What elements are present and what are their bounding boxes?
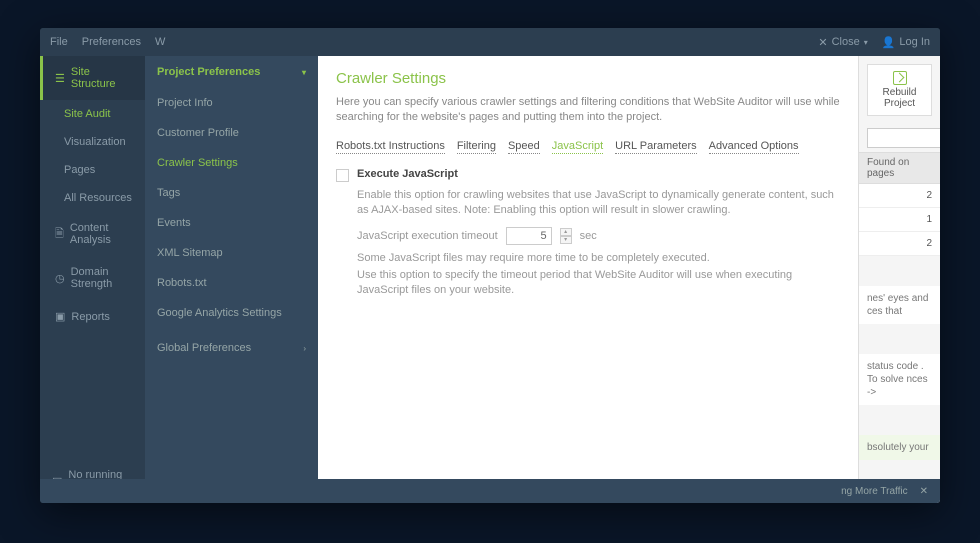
- prefs-tags[interactable]: Tags: [145, 178, 318, 208]
- nav-visualization[interactable]: Visualization: [40, 128, 145, 156]
- timeout-row: JavaScript execution timeout ▴ ▾ sec: [357, 227, 840, 245]
- timeout-help-2: Use this option to specify the timeout p…: [357, 268, 840, 299]
- menu-preferences[interactable]: Preferences: [82, 36, 141, 48]
- prefs-ga[interactable]: Google Analytics Settings: [145, 298, 318, 328]
- main-sidebar: ☰ Site Structure Site Audit Visualizatio…: [40, 56, 145, 503]
- table-row[interactable]: 2: [859, 184, 940, 208]
- nav-label: Site Structure: [71, 66, 133, 90]
- nav-site-audit[interactable]: Site Audit: [40, 100, 145, 128]
- settings-tabs: Robots.txt Instructions Filtering Speed …: [336, 140, 840, 154]
- nav-label: Content Analysis: [70, 222, 133, 246]
- login-label: Log In: [899, 36, 930, 48]
- nav-domain-strength[interactable]: ◷ Domain Strength: [40, 256, 145, 300]
- chevron-down-icon: ▾: [302, 68, 306, 77]
- menu-file[interactable]: File: [50, 36, 68, 48]
- page-title: Crawler Settings: [336, 70, 840, 87]
- spinner-up[interactable]: ▴: [560, 228, 572, 236]
- footer-close-button[interactable]: ✕: [920, 486, 928, 497]
- report-icon: ▣: [55, 310, 65, 323]
- timeout-spinner: ▴ ▾: [560, 228, 572, 244]
- tab-url-params[interactable]: URL Parameters: [615, 140, 697, 154]
- tab-robots[interactable]: Robots.txt Instructions: [336, 140, 445, 154]
- chevron-right-icon: ›: [303, 344, 306, 353]
- search-input[interactable]: [867, 128, 940, 148]
- tab-advanced[interactable]: Advanced Options: [709, 140, 799, 154]
- prefs-crawler-settings[interactable]: Crawler Settings: [145, 148, 318, 178]
- sitemap-icon: ☰: [55, 72, 65, 85]
- prefs-xml-sitemap[interactable]: XML Sitemap: [145, 238, 318, 268]
- tab-speed[interactable]: Speed: [508, 140, 540, 154]
- document-icon: 🗎: [55, 225, 64, 244]
- nav-pages[interactable]: Pages: [40, 156, 145, 184]
- footer-bar: ng More Traffic ✕: [40, 479, 940, 503]
- prefs-events[interactable]: Events: [145, 208, 318, 238]
- nav-site-structure[interactable]: ☰ Site Structure: [40, 56, 145, 100]
- prefs-global-label: Global Preferences: [157, 342, 251, 354]
- menu-w[interactable]: W: [155, 36, 165, 48]
- execute-js-checkbox[interactable]: [336, 169, 349, 182]
- nav-all-resources[interactable]: All Resources: [40, 184, 145, 212]
- nav-content-analysis[interactable]: 🗎 Content Analysis: [40, 212, 145, 256]
- table-row[interactable]: 2: [859, 232, 940, 256]
- footer-text: ng More Traffic: [841, 486, 908, 497]
- info-snippet: bsolutely your: [859, 435, 940, 460]
- prefs-project-info[interactable]: Project Info: [145, 88, 318, 118]
- settings-content: Crawler Settings Here you can specify va…: [318, 56, 858, 503]
- spinner-down[interactable]: ▾: [560, 236, 572, 244]
- page-description: Here you can specify various crawler set…: [336, 95, 840, 126]
- login-button[interactable]: 👤 Log In: [882, 36, 930, 49]
- timeout-label: JavaScript execution timeout: [357, 230, 498, 242]
- nav-label: Reports: [71, 311, 110, 323]
- prefs-customer-profile[interactable]: Customer Profile: [145, 118, 318, 148]
- app-window: File Preferences W ✕ Close ▾ 👤 Log In ☰ …: [40, 28, 940, 503]
- menubar: File Preferences W ✕ Close ▾ 👤 Log In: [40, 28, 940, 56]
- close-button[interactable]: ✕ Close ▾: [818, 36, 867, 49]
- info-snippet: status code . To solve nces ->: [859, 354, 940, 405]
- table-row[interactable]: 1: [859, 208, 940, 232]
- timeout-help-1: Some JavaScript files may require more t…: [357, 251, 840, 266]
- execute-js-label: Execute JavaScript: [357, 168, 458, 180]
- prefs-global-header[interactable]: Global Preferences ›: [145, 332, 318, 364]
- prefs-project-header[interactable]: Project Preferences ▾: [145, 56, 318, 88]
- user-icon: 👤: [882, 36, 896, 49]
- gauge-icon: ◷: [55, 272, 65, 285]
- rebuild-icon: [893, 71, 907, 85]
- right-panel: Rebuild Project ⬇ Found on pages 2 1 2 n…: [858, 56, 940, 503]
- prefs-robots[interactable]: Robots.txt: [145, 268, 318, 298]
- chevron-down-icon: ▾: [864, 38, 868, 47]
- tab-javascript[interactable]: JavaScript: [552, 140, 603, 154]
- preferences-panel: Project Preferences ▾ Project Info Custo…: [145, 56, 318, 503]
- tab-filtering[interactable]: Filtering: [457, 140, 496, 154]
- close-icon: ✕: [818, 36, 827, 49]
- timeout-input[interactable]: [506, 227, 552, 245]
- info-snippet: nes' eyes and ces that: [859, 286, 940, 324]
- rebuild-label: Rebuild Project: [872, 87, 927, 109]
- prefs-header-label: Project Preferences: [157, 66, 260, 78]
- execute-js-option: Execute JavaScript: [336, 168, 840, 182]
- nav-reports[interactable]: ▣ Reports: [40, 300, 145, 333]
- timeout-unit: sec: [580, 230, 597, 242]
- rebuild-project-button[interactable]: Rebuild Project: [867, 64, 932, 116]
- close-label: Close: [832, 36, 860, 48]
- execute-js-help: Enable this option for crawling websites…: [357, 188, 840, 219]
- found-on-pages-header: Found on pages: [859, 152, 940, 184]
- nav-label: Domain Strength: [71, 266, 133, 290]
- main-area: ☰ Site Structure Site Audit Visualizatio…: [40, 56, 940, 503]
